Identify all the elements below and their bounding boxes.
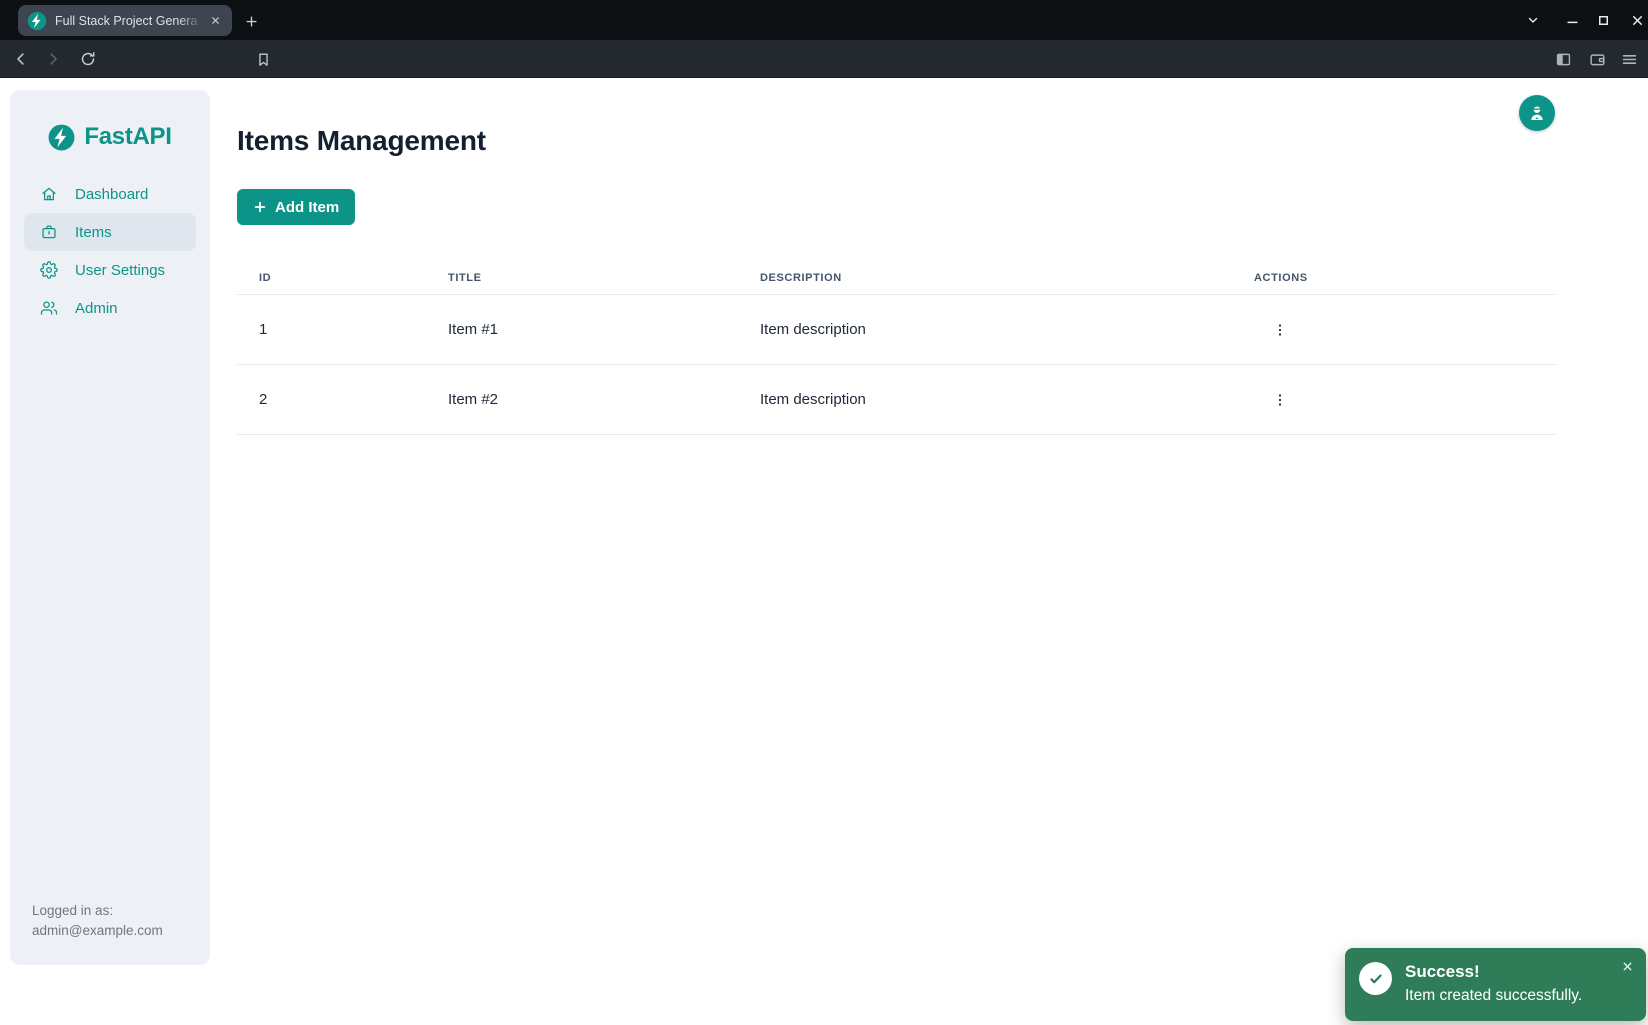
sidebar-item-label: Items <box>75 224 112 241</box>
fastapi-logo-icon <box>48 124 75 151</box>
window-minimize-button[interactable] <box>1558 0 1586 40</box>
logged-in-info: Logged in as: admin@example.com <box>32 901 163 941</box>
column-header-title: TITLE <box>448 272 760 284</box>
tab-search-chevron-icon[interactable] <box>1519 0 1547 40</box>
window-maximize-button[interactable] <box>1589 0 1617 40</box>
table-row: 2 Item #2 Item description <box>237 365 1556 435</box>
bookmark-icon[interactable] <box>251 47 275 71</box>
plus-icon <box>253 200 267 214</box>
sidebar-item-label: Admin <box>75 300 118 317</box>
fastapi-favicon-icon <box>27 11 47 31</box>
browser-tab[interactable]: Full Stack Project Genera <box>18 5 232 36</box>
sidebar-item-dashboard[interactable]: Dashboard <box>10 175 210 213</box>
page-content: FastAPI Dashboard Items User Settings <box>0 78 1648 1025</box>
cell-title: Item #1 <box>448 321 760 338</box>
wallet-icon[interactable] <box>1585 47 1609 71</box>
users-icon <box>40 299 58 317</box>
page-title: Items Management <box>237 125 1648 156</box>
sidebar-item-items[interactable]: Items <box>24 213 196 251</box>
reload-button[interactable] <box>76 47 100 71</box>
logged-in-email: admin@example.com <box>32 921 163 941</box>
toast-message: Item created successfully. <box>1405 984 1582 1007</box>
sidebar-item-label: Dashboard <box>75 186 148 203</box>
main-panel: Items Management Add Item ID TITLE DESCR… <box>237 78 1648 435</box>
sidebar-item-user-settings[interactable]: User Settings <box>10 251 210 289</box>
cell-title: Item #2 <box>448 391 760 408</box>
toast-close-icon[interactable] <box>1620 959 1634 973</box>
success-toast: Success! Item created successfully. <box>1345 948 1646 1021</box>
cell-id: 2 <box>237 391 448 408</box>
fastapi-logo-text: FastAPI <box>84 123 171 151</box>
column-header-id: ID <box>237 272 448 284</box>
sidebar-item-admin[interactable]: Admin <box>10 289 210 327</box>
sidebar-nav: Dashboard Items User Settings Admin <box>10 175 210 327</box>
check-circle-icon <box>1359 962 1392 995</box>
fastapi-logo: FastAPI <box>10 90 210 151</box>
cell-description: Item description <box>760 321 1254 338</box>
logged-in-label: Logged in as: <box>32 901 163 921</box>
tab-close-icon[interactable] <box>206 12 224 30</box>
column-header-actions: ACTIONS <box>1254 272 1556 284</box>
user-avatar-icon <box>1526 102 1548 124</box>
toast-title: Success! <box>1405 960 1582 984</box>
briefcase-icon <box>40 223 58 241</box>
sidebar-toggle-icon[interactable] <box>1551 47 1575 71</box>
row-actions-menu-button[interactable] <box>1268 388 1292 412</box>
table-header-row: ID TITLE DESCRIPTION ACTIONS <box>237 261 1556 295</box>
forward-button[interactable] <box>41 47 65 71</box>
add-item-button[interactable]: Add Item <box>237 189 355 225</box>
menu-icon[interactable] <box>1617 47 1641 71</box>
app-sidebar: FastAPI Dashboard Items User Settings <box>10 90 210 965</box>
user-menu-button[interactable] <box>1519 95 1555 131</box>
cell-id: 1 <box>237 321 448 338</box>
add-item-button-label: Add Item <box>275 199 339 216</box>
new-tab-button[interactable] <box>238 8 264 34</box>
cell-description: Item description <box>760 391 1254 408</box>
tab-title: Full Stack Project Genera <box>55 14 206 28</box>
browser-toolbar: localhost/items 1 <box>0 40 1648 78</box>
sidebar-item-label: User Settings <box>75 262 165 279</box>
table-row: 1 Item #1 Item description <box>237 295 1556 365</box>
gear-icon <box>40 261 58 279</box>
window-close-button[interactable] <box>1623 0 1648 40</box>
browser-tab-bar: Full Stack Project Genera <box>0 0 1648 40</box>
items-table: ID TITLE DESCRIPTION ACTIONS 1 Item #1 I… <box>237 261 1556 435</box>
home-icon <box>40 185 58 203</box>
row-actions-menu-button[interactable] <box>1268 318 1292 342</box>
column-header-description: DESCRIPTION <box>760 272 1254 284</box>
back-button[interactable] <box>9 47 33 71</box>
